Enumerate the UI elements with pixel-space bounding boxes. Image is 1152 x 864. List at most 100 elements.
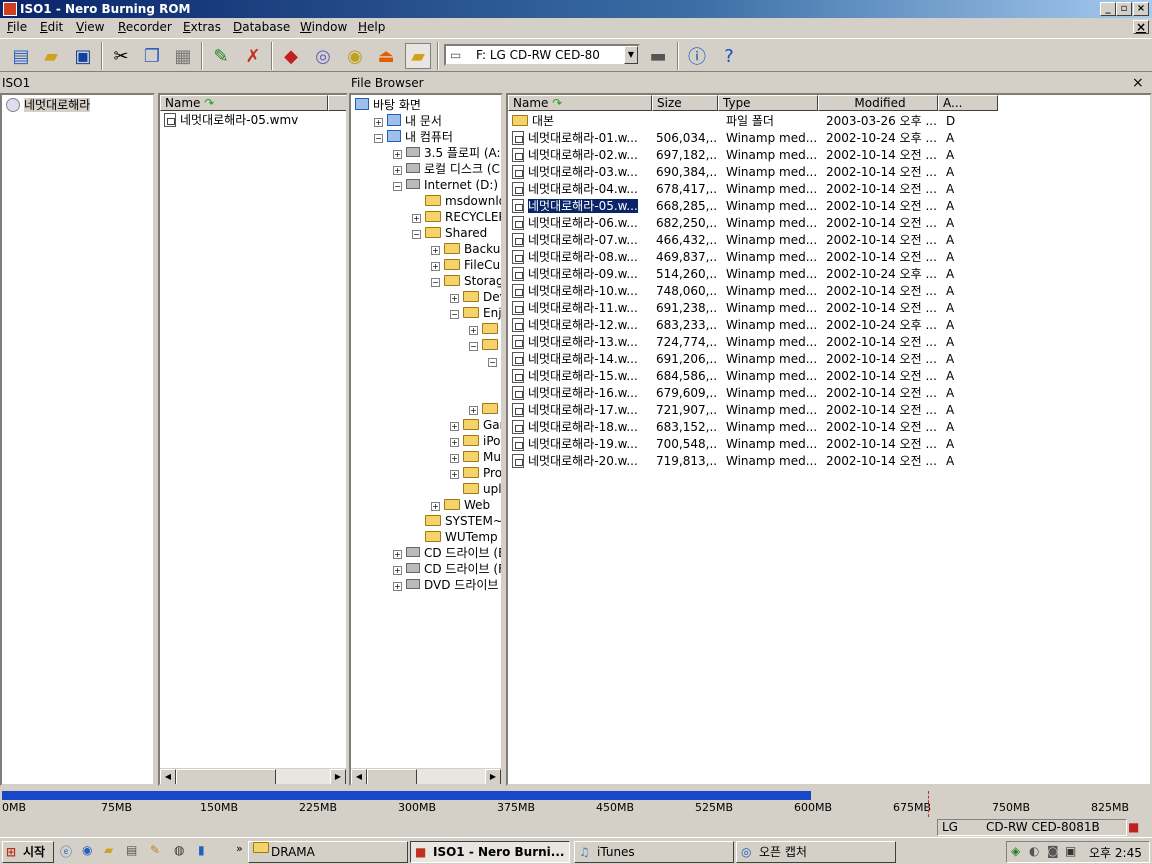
- expand-icon[interactable]: +: [450, 422, 459, 431]
- menu-window[interactable]: Window: [300, 20, 347, 34]
- tree-item[interactable]: +M: [469, 401, 501, 417]
- expand-icon[interactable]: +: [393, 566, 402, 575]
- start-button[interactable]: ⊞ 시작: [2, 841, 54, 863]
- expand-icon[interactable]: +: [431, 502, 440, 511]
- tray-volume-icon[interactable]: ◐: [1029, 844, 1039, 858]
- iso-root-item[interactable]: 네멋대로해라: [6, 97, 91, 113]
- expand-icon[interactable]: +: [469, 326, 478, 335]
- menu-extras[interactable]: Extras: [183, 20, 221, 34]
- task-drama[interactable]: DRAMA: [248, 841, 408, 863]
- task-nero[interactable]: ■ ISO1 - Nero Burni...: [410, 841, 570, 863]
- expand-icon[interactable]: +: [450, 470, 459, 479]
- quicklaunch-ie-icon[interactable]: ⓔ: [60, 843, 72, 860]
- menu-file[interactable]: File: [7, 20, 27, 34]
- tree-item[interactable]: + 로컬 디스크 (C:): [393, 161, 501, 177]
- task-open-capture[interactable]: ◎ 오픈 캡처: [736, 841, 896, 863]
- tree-item[interactable]: +: [488, 385, 501, 401]
- tree-item[interactable]: +3.5 플로피 (A:): [393, 145, 501, 161]
- file-row[interactable]: 네멋대로해라-16.w... 679,609,... Winamp med... 20…: [508, 385, 1148, 402]
- expand-icon[interactable]: +: [412, 214, 421, 223]
- file-row[interactable]: 네멋대로해라-10.w... 748,060,... Winamp med... 20…: [508, 283, 1148, 300]
- cd-info-icon[interactable]: ◉: [342, 43, 368, 69]
- new-icon[interactable]: ▤: [8, 43, 34, 69]
- tree-item[interactable]: + Progr: [450, 465, 501, 481]
- iso-tree-panel[interactable]: 네멋대로해라: [0, 93, 155, 786]
- tray-misc-icon[interactable]: ▣: [1065, 844, 1076, 858]
- expand-icon[interactable]: +: [469, 406, 478, 415]
- file-row[interactable]: 네멋대로해라-12.w... 683,233,... Winamp med... 20…: [508, 317, 1148, 334]
- tree-item[interactable]: − Storage: [431, 273, 501, 289]
- collapse-icon[interactable]: −: [450, 310, 459, 319]
- menu-help[interactable]: Help: [358, 20, 385, 34]
- tree-item[interactable]: − DI: [469, 337, 501, 353]
- tray-app-icon[interactable]: ◙: [1047, 844, 1059, 858]
- tree-item[interactable]: + 내 문서: [374, 113, 442, 129]
- menu-edit[interactable]: Edit: [40, 20, 63, 34]
- tree-item[interactable]: − Internet (D:): [393, 177, 498, 193]
- expand-icon[interactable]: +: [393, 582, 402, 591]
- file-row[interactable]: 네멋대로해라-02.w... 697,182,... Winamp med... 20…: [508, 147, 1148, 164]
- file-row[interactable]: 네멋대로해라-06.w... 682,250,... Winamp med... 20…: [508, 215, 1148, 232]
- tree-item[interactable]: + Music: [450, 449, 501, 465]
- write-cancel-icon[interactable]: ✗: [240, 43, 266, 69]
- burn-icon[interactable]: ◆: [278, 43, 304, 69]
- menu-recorder[interactable]: Recorder: [118, 20, 172, 34]
- expand-icon[interactable]: +: [431, 262, 440, 271]
- file-row[interactable]: 네멋대로해라-15.w... 684,586,... Winamp med... 20…: [508, 368, 1148, 385]
- expand-icon[interactable]: +: [450, 294, 459, 303]
- browser-file-list[interactable]: Name ↷ Size Type Modified A... 대본 파일 폴더 20…: [506, 93, 1152, 786]
- collapse-icon[interactable]: −: [374, 134, 383, 143]
- col-type-header[interactable]: Type: [718, 95, 818, 111]
- file-browser-close-icon[interactable]: ×: [1132, 75, 1144, 91]
- file-row[interactable]: 네멋대로해라-18.w... 683,152,... Winamp med... 20…: [508, 419, 1148, 436]
- quicklaunch-tool-icon[interactable]: ✎: [150, 843, 160, 857]
- tree-item[interactable]: + Ar: [469, 321, 501, 337]
- browser-tree-panel[interactable]: +바탕 화면+내 문서−내 컴퓨터+3.5 플로피 (A:)+로컬 디스크 (C…: [349, 93, 503, 786]
- close-button[interactable]: ×: [1133, 2, 1149, 16]
- collapse-icon[interactable]: −: [393, 182, 402, 191]
- iso-contents-panel[interactable]: Name ↷ 네멋대로해라-05.wmv ◀ ▶: [158, 93, 348, 786]
- file-row[interactable]: 네멋대로해라-01.w... 506,034,... Winamp med... 20…: [508, 130, 1148, 147]
- file-row[interactable]: 네멋대로해라-03.w... 690,384,... Winamp med... 20…: [508, 164, 1148, 181]
- file-row[interactable]: 네멋대로해라-14.w... 691,206,... Winamp med... 20…: [508, 351, 1148, 368]
- file-row[interactable]: 네멋대로해라-13.w... 724,774,... Winamp med... 20…: [508, 334, 1148, 351]
- tree-item[interactable]: +WUTemp: [412, 529, 498, 545]
- file-row[interactable]: 네멋대로해라-05.w... 668,285,... Winamp med... 20…: [508, 198, 1148, 215]
- menu-view[interactable]: View: [76, 20, 104, 34]
- file-row[interactable]: 네멋대로해라-08.w... 469,837,... Winamp med... 20…: [508, 249, 1148, 266]
- col-size-header[interactable]: Size: [652, 95, 718, 111]
- copy-cd-icon[interactable]: ◎: [310, 43, 336, 69]
- tree-item[interactable]: + RECYCLER: [412, 209, 501, 225]
- quicklaunch-media-icon[interactable]: ▮: [198, 843, 205, 857]
- collapse-icon[interactable]: −: [469, 342, 478, 351]
- restore-button[interactable]: ▫: [1116, 2, 1132, 16]
- scroll-thumb[interactable]: [176, 769, 276, 784]
- col-attr-header[interactable]: A...: [938, 95, 998, 111]
- expand-icon[interactable]: +: [450, 438, 459, 447]
- tray-network-icon[interactable]: ◈: [1011, 844, 1020, 858]
- file-row[interactable]: 네멋대로해라-20.w... 719,813,... Winamp med... 20…: [508, 453, 1148, 470]
- cut-icon[interactable]: ✂: [108, 43, 134, 69]
- collapse-icon[interactable]: −: [431, 278, 440, 287]
- expand-icon[interactable]: +: [450, 454, 459, 463]
- expand-icon[interactable]: +: [374, 118, 383, 127]
- col-extra-header[interactable]: [328, 95, 346, 111]
- file-row[interactable]: 네멋대로해라-19.w... 700,548,... Winamp med... 20…: [508, 436, 1148, 453]
- quicklaunch-more-icon[interactable]: »: [236, 842, 243, 855]
- file-row[interactable]: 네멋대로해라-07.w... 466,432,... Winamp med... 20…: [508, 232, 1148, 249]
- file-row[interactable]: 네멋대로해라-09.w... 514,260,... Winamp med... 20…: [508, 266, 1148, 283]
- help-icon[interactable]: ?: [716, 43, 742, 69]
- task-itunes[interactable]: ♫ iTunes: [574, 841, 734, 863]
- quicklaunch-app-icon[interactable]: ▤: [126, 843, 137, 857]
- tree-item[interactable]: +uploa: [450, 481, 501, 497]
- tree-item[interactable]: + Game: [450, 417, 501, 433]
- recorder-icon[interactable]: ▬: [645, 43, 671, 69]
- iso-file-item[interactable]: 네멋대로해라-05.wmv: [164, 112, 298, 129]
- tree-item[interactable]: + Devel: [450, 289, 501, 305]
- menu-database[interactable]: Database: [233, 20, 290, 34]
- eject-icon[interactable]: ⏏: [373, 43, 399, 69]
- tree-item[interactable]: + CD 드라이브 (F:): [393, 561, 501, 577]
- file-row[interactable]: 네멋대로해라-17.w... 721,907,... Winamp med... 20…: [508, 402, 1148, 419]
- expand-icon[interactable]: +: [431, 246, 440, 255]
- tree-item[interactable]: −: [488, 353, 501, 369]
